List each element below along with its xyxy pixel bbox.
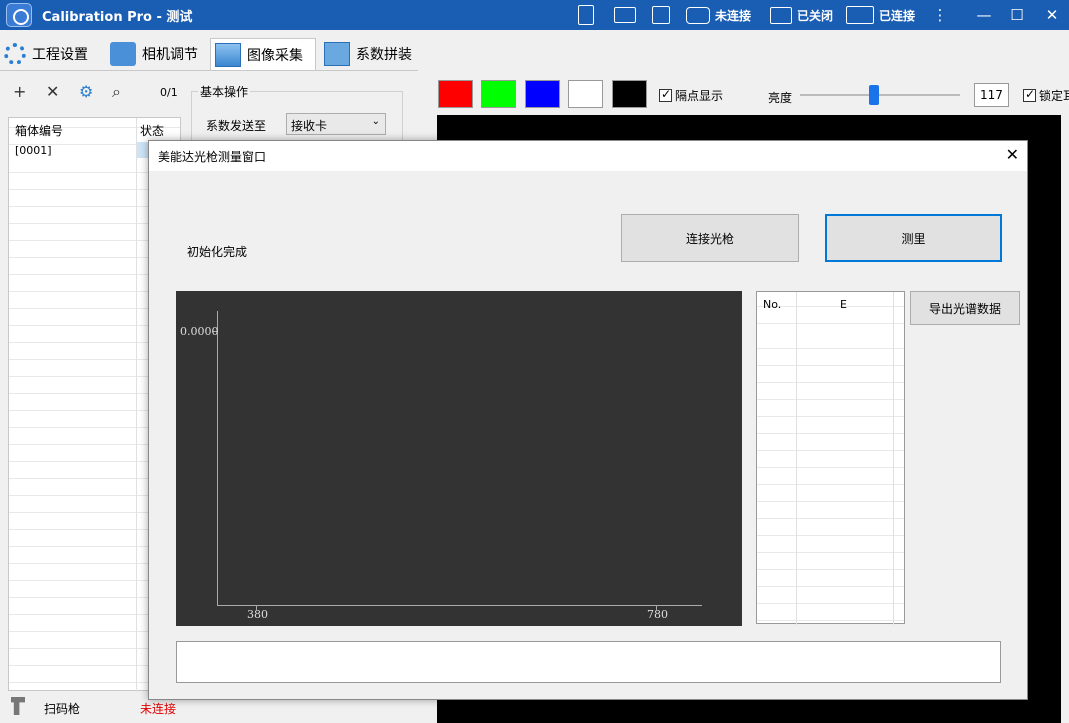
image-icon [215,42,241,67]
init-status-text: 初始化完成 [187,245,248,259]
measure-button[interactable]: 测里 [825,214,1002,262]
gear-icon [4,43,26,65]
color-swatch-white[interactable] [568,80,603,108]
camera-status[interactable]: 未连接 [686,4,751,26]
measurement-table[interactable]: No. E [756,291,905,625]
tab-project-settings[interactable]: 工程设置 [0,38,104,70]
tab-coefficient-assembly[interactable]: 系数拼装 [320,38,418,70]
tab-camera-adjust[interactable]: 相机调节 [106,38,208,70]
image-icon [770,6,792,24]
tab-label: 工程设置 [32,47,88,63]
brightness-input[interactable]: 117 [974,83,1009,107]
camera-icon [686,6,710,24]
group-title: 基本操作 [198,83,251,100]
table-row[interactable]: [0001] [15,144,52,157]
minimize-button[interactable]: — [970,3,998,27]
box-counter: 0/1 [160,86,178,99]
tab-label: 系数拼装 [356,47,412,63]
lock-label: 锁定耳 [1039,89,1069,103]
image-status[interactable]: 已关闭 [770,4,833,26]
interlace-label: 隔点显示 [675,89,724,103]
column-divider [136,118,137,692]
scanner-label: 扫码枪 [44,702,81,716]
brightness-slider-track[interactable] [800,94,960,96]
close-button[interactable]: ✕ [1038,3,1066,27]
new-file-button[interactable] [578,4,594,26]
column-header-e: E [840,298,847,311]
add-icon[interactable]: + [13,82,26,101]
spectrum-chart: 0.0000 380 780 [176,291,742,626]
folder-icon [614,7,636,23]
app-logo-icon [6,3,32,27]
tab-label: 相机调节 [142,47,198,63]
export-spectrum-button[interactable]: 导出光谱数据 [910,291,1020,325]
tab-image-capture[interactable]: 图像采集 [210,38,316,70]
network-status[interactable]: 已连接 [846,4,915,26]
checkbox-check-icon [1023,87,1036,102]
interlace-checkbox[interactable]: 隔点显示 [659,87,723,104]
settings-icon[interactable]: ⚙ [79,82,93,101]
send-target-select[interactable]: 接收卡 ⌄ [286,113,386,135]
column-divider [893,292,894,625]
scanner-icon [11,697,25,715]
chart-x-tick-label: 380 [247,608,268,621]
title-bar: Calibration Pro - 测试 未连接 已关闭 已连接 ⋮ — ☐ ✕ [0,0,1069,30]
chart-y-axis [217,311,218,606]
connect-gun-button[interactable]: 连接光枪 [621,214,799,262]
dialog-close-icon[interactable]: ✕ [1006,145,1019,164]
brightness-label: 亮度 [768,91,793,105]
chart-x-tick-label: 780 [647,608,668,621]
column-divider [796,292,797,625]
network-status-label: 已连接 [879,8,916,23]
camera-status-label: 未连接 [715,8,752,23]
scanner-status: 未连接 [140,702,177,716]
image-status-label: 已关闭 [797,8,834,23]
save-button[interactable] [652,4,670,26]
color-swatch-blue[interactable] [525,80,560,108]
puzzle-icon [324,42,350,66]
document-icon [578,5,594,25]
brightness-slider-thumb[interactable] [869,85,879,105]
column-header-box-id: 箱体编号 [15,124,64,138]
measurement-dialog: 美能达光枪测量窗口 ✕ 初始化完成 连接光枪 测里 0.0000 380 780… [148,140,1028,700]
save-icon [652,6,670,24]
checkbox-check-icon [659,87,672,102]
column-header-status: 状态 [140,124,165,138]
tab-label: 图像采集 [247,47,303,64]
column-header-no: No. [763,298,782,311]
search-icon[interactable]: ⌕ [112,82,121,102]
color-swatch-black[interactable] [612,80,647,108]
delete-icon[interactable]: ✕ [46,82,59,101]
color-swatch-green[interactable] [481,80,516,108]
send-to-label: 系数发送至 [206,119,267,133]
maximize-button[interactable]: ☐ [1003,3,1031,27]
lock-checkbox[interactable]: 锁定耳 [1023,87,1069,104]
module-tabs: 工程设置 相机调节 图像采集 系数拼装 [0,38,420,70]
camera-icon [110,42,136,66]
send-target-value: 接收卡 [291,119,328,133]
chart-x-axis [217,605,702,606]
more-icon[interactable]: ⋮ [926,3,954,27]
dialog-title: 美能达光枪测量窗口 [158,150,267,164]
monitor-icon [846,6,874,24]
chart-y-tick-label: 0.0000 [180,325,219,338]
app-title: Calibration Pro - 测试 [42,10,193,25]
message-output-box[interactable] [176,641,1001,683]
open-folder-button[interactable] [614,4,636,26]
chevron-down-icon: ⌄ [371,116,380,127]
dialog-title-bar: 美能达光枪测量窗口 ✕ [149,141,1027,171]
color-swatch-red[interactable] [438,80,473,108]
